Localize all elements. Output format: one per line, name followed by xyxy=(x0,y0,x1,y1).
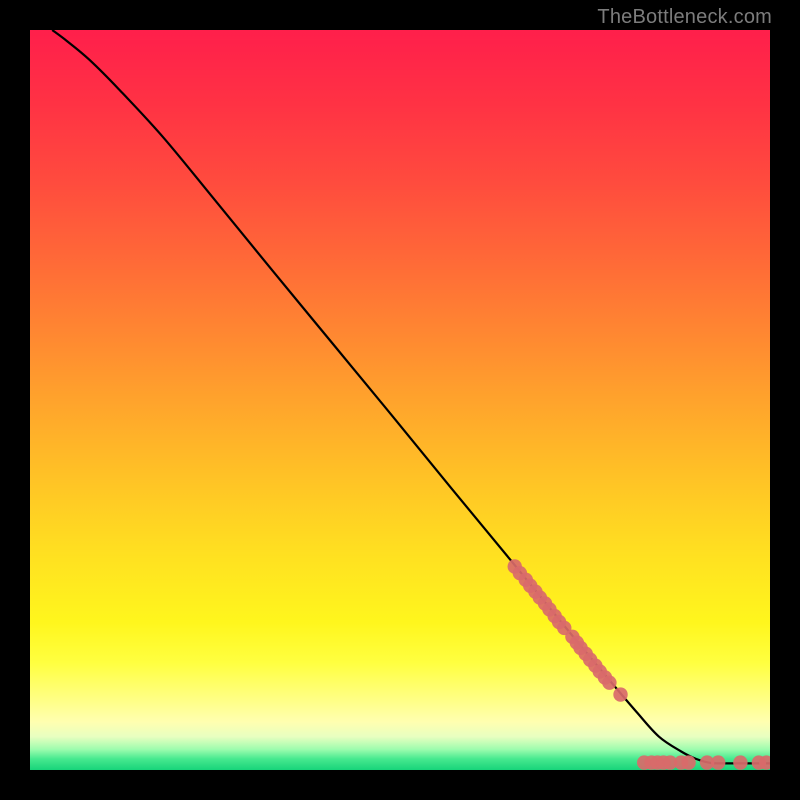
chart-overlay xyxy=(30,30,770,770)
chart-stage: TheBottleneck.com xyxy=(0,0,800,800)
plot-area xyxy=(30,30,770,770)
data-point xyxy=(602,675,616,689)
watermark-label: TheBottleneck.com xyxy=(597,6,772,29)
data-point xyxy=(613,687,627,701)
chart-line xyxy=(52,30,770,763)
chart-dots xyxy=(508,559,771,770)
data-point xyxy=(681,755,695,769)
data-point xyxy=(733,755,747,769)
data-point xyxy=(711,755,725,769)
